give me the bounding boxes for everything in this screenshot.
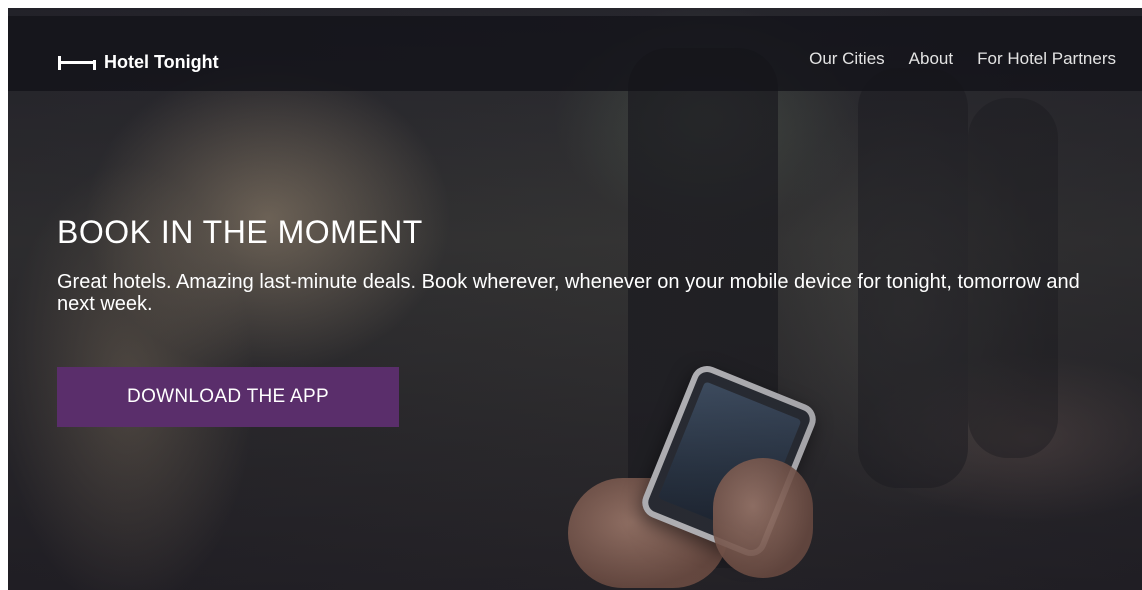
page-frame: Hotel Tonight Our Cities About For Hotel… [8, 8, 1142, 590]
nav-our-cities[interactable]: Our Cities [809, 49, 885, 69]
download-app-button[interactable]: DOWNLOAD THE APP [57, 367, 399, 427]
top-navbar: Hotel Tonight Our Cities About For Hotel… [8, 16, 1142, 91]
hero-title: BOOK IN THE MOMENT [57, 214, 423, 250]
hero-subtitle: Great hotels. Amazing last-minute deals.… [57, 271, 1080, 315]
main-nav: Our Cities About For Hotel Partners [809, 49, 1116, 69]
bed-logo-icon [58, 55, 96, 70]
brand-logo[interactable]: Hotel Tonight [58, 52, 219, 73]
nav-about[interactable]: About [909, 49, 953, 69]
nav-hotel-partners[interactable]: For Hotel Partners [977, 49, 1116, 69]
brand-name: Hotel Tonight [104, 52, 219, 72]
